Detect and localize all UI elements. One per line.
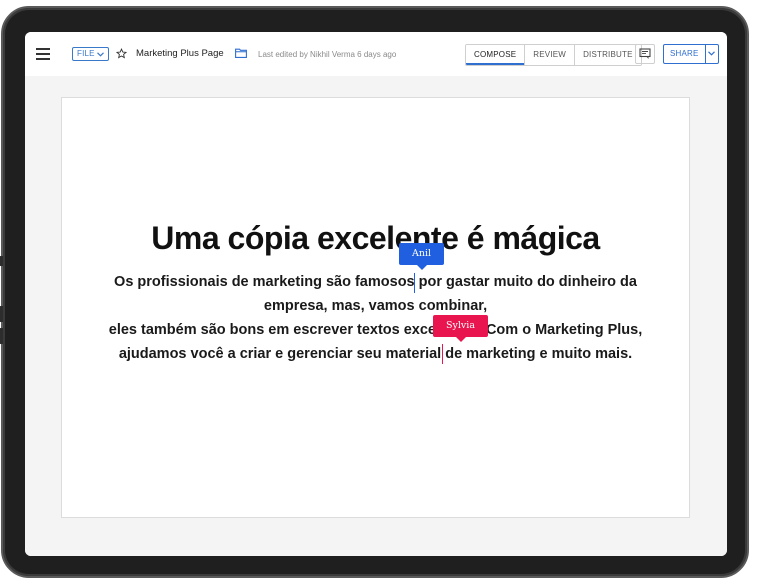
file-menu-button[interactable]: FILE — [72, 47, 109, 61]
top-toolbar: FILE Marketing Plus Page Last edited by … — [25, 32, 727, 76]
tab-review[interactable]: REVIEW — [525, 45, 576, 65]
share-dropdown-button[interactable] — [705, 44, 719, 64]
collaborator-tag-sylvia: Sylvia — [433, 315, 488, 342]
share-button[interactable]: SHARE — [663, 44, 706, 64]
tab-distribute[interactable]: DISTRIBUTE — [575, 45, 641, 65]
file-menu-label: FILE — [77, 49, 95, 58]
chevron-down-icon — [708, 51, 715, 56]
chevron-down-icon — [96, 51, 104, 57]
collaborator-caret-anil — [414, 273, 415, 293]
document-title[interactable]: Marketing Plus Page — [136, 48, 224, 60]
last-edited-status: Last edited by Nikhil Verma 6 days ago — [258, 50, 397, 59]
body-line: empresa, mas, vamos combinar, — [263, 298, 488, 314]
tab-compose[interactable]: COMPOSE — [466, 45, 526, 65]
app-screen: FILE Marketing Plus Page Last edited by … — [25, 32, 727, 556]
tablet-side-button — [0, 256, 3, 266]
body-line: ajudamos você a criar e gerenciar seu ma… — [118, 346, 633, 362]
collaborator-tag-anil: Anil — [399, 243, 444, 270]
headline[interactable]: Uma cópia excelente é mágica — [62, 218, 689, 258]
star-icon[interactable] — [116, 48, 127, 59]
comment-icon — [639, 48, 651, 59]
tablet-side-button — [0, 328, 3, 344]
body-line: Os profissionais de marketing são famoso… — [114, 274, 637, 290]
mode-tabs: COMPOSE REVIEW DISTRIBUTE — [465, 44, 642, 66]
editor-canvas: Uma cópia excelente é mágica Os profissi… — [25, 76, 727, 556]
collaborator-caret-sylvia — [442, 344, 443, 364]
body-paragraph[interactable]: Os profissionais de marketing são famoso… — [82, 270, 669, 366]
share-control: SHARE — [663, 44, 719, 64]
comment-button[interactable] — [635, 44, 655, 64]
body-line: eles também são bons em escrever textos … — [108, 322, 643, 338]
document-page[interactable]: Uma cópia excelente é mágica Os profissi… — [61, 97, 690, 518]
menu-icon[interactable] — [36, 48, 50, 60]
folder-icon[interactable] — [235, 48, 247, 58]
tablet-side-button — [0, 306, 3, 322]
